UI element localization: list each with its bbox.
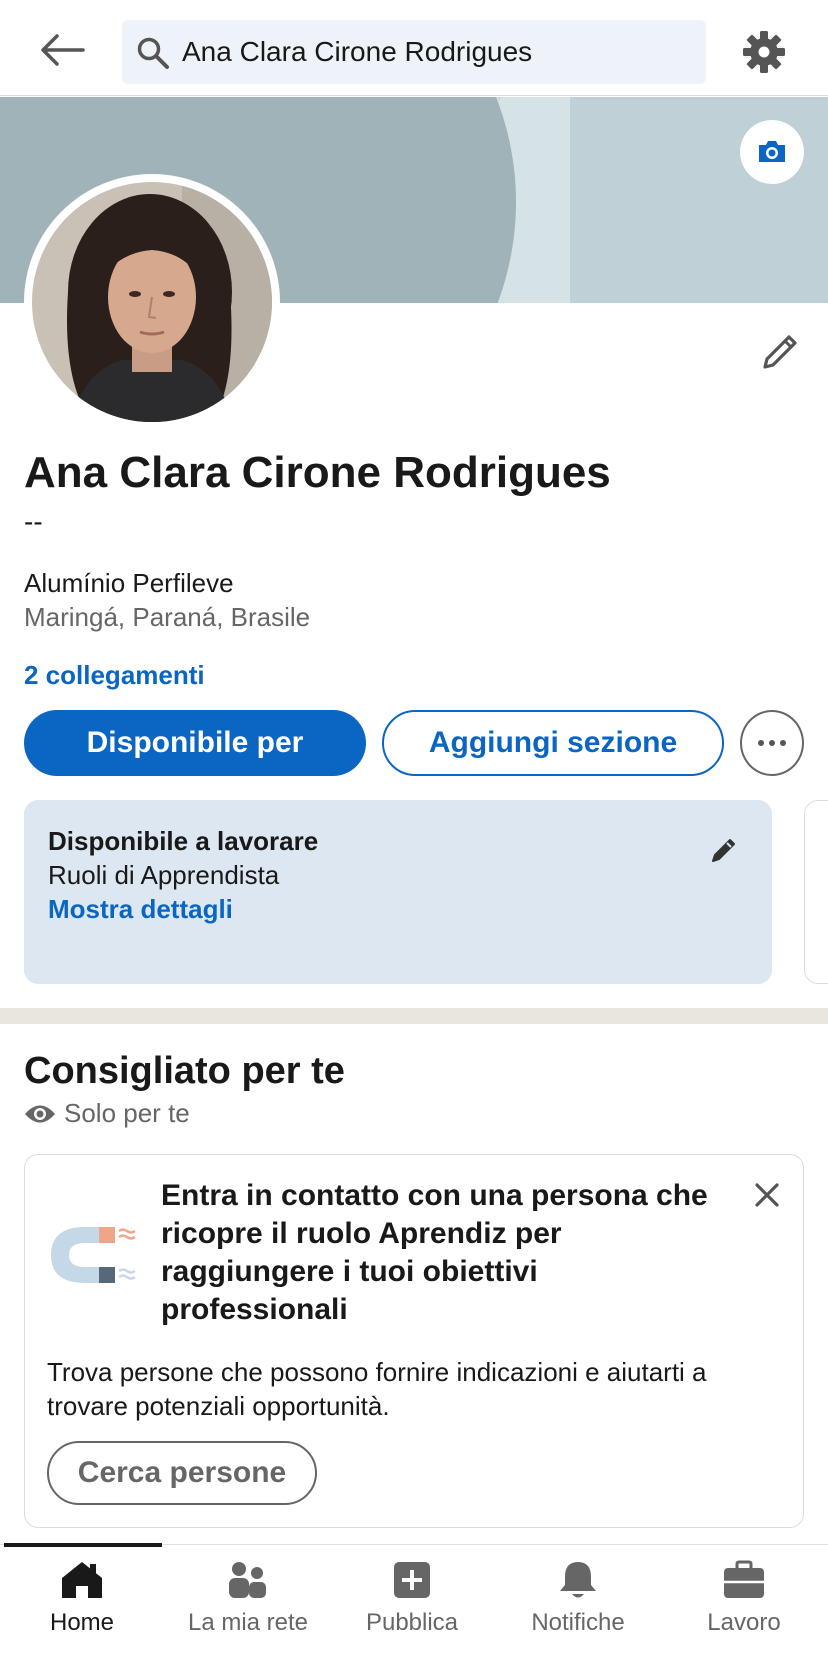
avatar[interactable] xyxy=(24,174,280,430)
open-to-button[interactable]: Disponibile per xyxy=(24,710,366,776)
open-to-work-card[interactable]: Disponibile a lavorare Ruoli di Apprendi… xyxy=(24,800,772,984)
nav-my-network[interactable]: La mia rete xyxy=(168,1555,328,1651)
dismiss-button[interactable] xyxy=(747,1175,787,1215)
profile-photo xyxy=(32,182,272,422)
section-divider xyxy=(0,1008,828,1024)
add-section-button[interactable]: Aggiungi sezione xyxy=(382,710,724,776)
top-bar: Ana Clara Cirone Rodrigues xyxy=(0,0,828,96)
profile-location: Maringá, Paraná, Brasile xyxy=(24,602,311,632)
pencil-icon xyxy=(712,839,735,862)
recommended-title: Consigliato per te xyxy=(24,1050,345,1092)
nav-notifications-label: Notifiche xyxy=(531,1609,625,1636)
pencil-icon xyxy=(763,335,797,369)
show-details-link[interactable]: Mostra dettagli xyxy=(48,894,233,925)
nav-home-label: Home xyxy=(49,1609,115,1636)
profile-company[interactable]: Alumínio Perfileve xyxy=(24,568,234,599)
network-icon xyxy=(229,1562,266,1598)
eye-icon xyxy=(25,1105,55,1122)
search-bar[interactable]: Ana Clara Cirone Rodrigues xyxy=(122,20,706,84)
open-to-work-role: Ruoli di Apprendista xyxy=(48,860,280,890)
search-input[interactable]: Ana Clara Cirone Rodrigues xyxy=(182,36,532,68)
recommendation-body: Trova persone che possono fornire indica… xyxy=(47,1357,707,1421)
open-to-work-title: Disponibile a lavorare xyxy=(48,826,319,856)
more-options-button[interactable] xyxy=(740,710,804,776)
next-card-peek[interactable] xyxy=(804,800,828,984)
profile-headline: -- xyxy=(24,506,43,537)
settings-button[interactable] xyxy=(736,24,792,80)
briefcase-icon xyxy=(724,1560,764,1598)
profile-name: Ana Clara Cirone Rodrigues xyxy=(24,448,611,497)
recommended-subtitle-text: Solo per te xyxy=(64,1098,190,1128)
recommended-subtitle: Solo per te xyxy=(24,1098,190,1129)
nav-jobs[interactable]: Lavoro xyxy=(664,1555,824,1651)
magnet-icon xyxy=(51,1227,136,1283)
plus-icon xyxy=(394,1562,430,1598)
edit-open-to-work-button[interactable] xyxy=(704,830,744,870)
nav-notifications[interactable]: Notifiche xyxy=(498,1555,658,1651)
gear-icon xyxy=(743,31,785,73)
bell-icon xyxy=(560,1562,596,1598)
search-people-button[interactable]: Cerca persone xyxy=(47,1441,317,1505)
home-icon xyxy=(62,1562,102,1598)
active-tab-indicator xyxy=(4,1543,162,1547)
nav-post-label: Pubblica xyxy=(365,1609,459,1636)
back-arrow-icon xyxy=(41,34,85,66)
edit-banner-button[interactable] xyxy=(740,120,804,184)
edit-profile-button[interactable] xyxy=(752,324,808,380)
ellipsis-icon xyxy=(758,740,786,746)
nav-jobs-label: Lavoro xyxy=(707,1609,781,1636)
nav-home[interactable]: Home xyxy=(2,1555,162,1651)
nav-post[interactable]: Pubblica xyxy=(332,1555,492,1651)
close-icon xyxy=(755,1183,779,1207)
search-icon xyxy=(137,37,169,69)
connections-link[interactable]: 2 collegamenti xyxy=(24,660,205,691)
camera-icon xyxy=(759,141,785,162)
back-button[interactable] xyxy=(36,24,88,76)
bottom-navigation: Home La mia rete Pubblica Notifiche Lavo… xyxy=(0,1543,828,1660)
recommendation-card: Entra in contatto con una persona che ri… xyxy=(24,1154,804,1528)
recommendation-heading: Entra in contatto con una persona che ri… xyxy=(161,1179,708,1326)
nav-my-network-label: La mia rete xyxy=(187,1609,309,1636)
